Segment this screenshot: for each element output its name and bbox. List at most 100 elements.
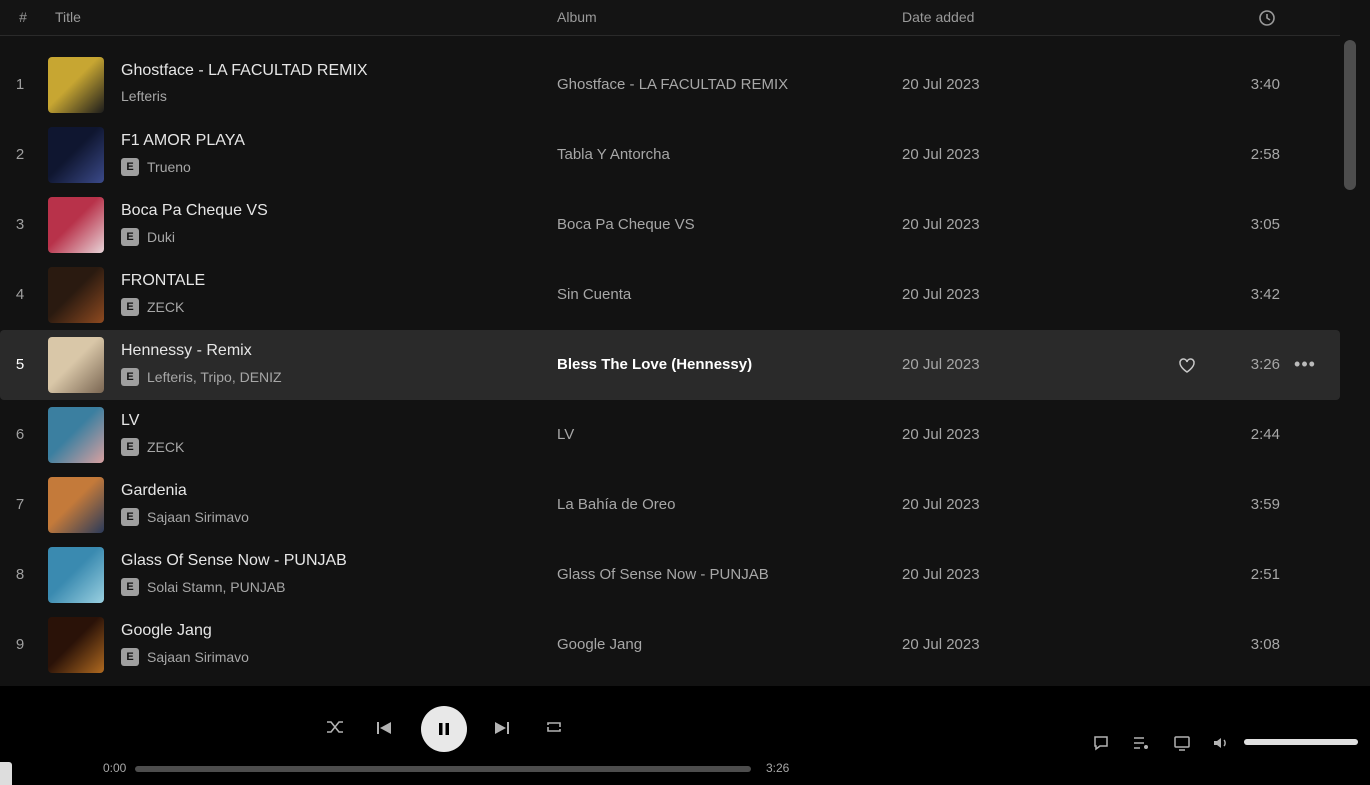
track-date-added: 20 Jul 2023 [902,356,980,373]
album-art[interactable] [48,197,104,253]
album-art[interactable] [48,127,104,183]
tracklist-header: # Title Album Date added [0,0,1340,36]
track-duration: 3:42 [1250,286,1280,303]
date-added-column-header[interactable]: Date added [902,9,974,25]
track-row[interactable]: 4 FRONTALE E ZECK Sin Cuenta 20 Jul 2023 3:42 [0,260,1340,330]
track-album[interactable]: LV [557,426,574,443]
track-date-added: 20 Jul 2023 [902,76,980,93]
track-duration: 2:58 [1250,146,1280,163]
track-title[interactable]: FRONTALE [121,272,205,290]
track-duration: 3:05 [1250,216,1280,233]
track-title[interactable]: Ghostface - LA FACULTAD REMIX [121,62,368,80]
album-art[interactable] [48,57,104,113]
track-date-added: 20 Jul 2023 [902,286,980,303]
track-row[interactable]: 5 Hennessy - Remix E Lefteris, Tripo, DENIZ… [0,330,1340,400]
clock-icon[interactable] [1258,9,1276,27]
shuffle-icon[interactable] [324,716,346,738]
track-date-added: 20 Jul 2023 [902,636,980,653]
track-number: 3 [15,216,25,233]
track-album[interactable]: Boca Pa Cheque VS [557,216,695,233]
track-artist[interactable]: ZECK [147,299,184,315]
track-artist[interactable]: Trueno [147,159,191,175]
track-date-added: 20 Jul 2023 [902,216,980,233]
volume-slider[interactable] [1244,739,1358,745]
explicit-icon: E [121,578,139,596]
track-duration: 3:26 [1250,356,1280,373]
repeat-icon[interactable] [543,716,565,738]
next-icon[interactable] [490,716,514,740]
track-duration: 3:59 [1250,496,1280,513]
previous-icon[interactable] [372,716,396,740]
track-artist[interactable]: Sajaan Sirimavo [147,649,249,665]
album-art[interactable] [48,617,104,673]
explicit-icon: E [121,508,139,526]
device-icon[interactable] [1171,732,1193,754]
track-date-added: 20 Jul 2023 [902,146,980,163]
track-row[interactable]: 7 Gardenia E Sajaan Sirimavo La Bahía de Ore… [0,470,1340,540]
track-row[interactable]: 8 Glass Of Sense Now - PUNJAB E Solai Stamn… [0,540,1340,610]
track-number: 6 [15,426,25,443]
heart-icon[interactable] [1176,354,1198,376]
track-list: 1 Ghostface - LA FACULTAD REMIX Lefteris Gh… [0,50,1340,680]
track-album[interactable]: Google Jang [557,636,642,653]
track-number: 2 [15,146,25,163]
track-title[interactable]: F1 AMOR PLAYA [121,132,245,150]
track-title[interactable]: LV [121,412,139,430]
track-number: 1 [15,76,25,93]
queue-icon[interactable] [1130,732,1152,754]
title-column-header[interactable]: Title [55,9,81,25]
track-artist[interactable]: Duki [147,229,175,245]
track-duration: 2:51 [1250,566,1280,583]
track-title[interactable]: Hennessy - Remix [121,342,252,360]
track-album[interactable]: Ghostface - LA FACULTAD REMIX [557,76,788,93]
album-thumbnail[interactable] [0,762,12,785]
track-number: 5 [15,356,25,373]
track-artist[interactable]: ZECK [147,439,184,455]
album-art[interactable] [48,337,104,393]
track-title[interactable]: Boca Pa Cheque VS [121,202,268,220]
track-number: 4 [15,286,25,303]
total-time: 3:26 [766,761,790,775]
track-date-added: 20 Jul 2023 [902,426,980,443]
track-row[interactable]: 2 F1 AMOR PLAYA E Trueno Tabla Y Antorcha 20 … [0,120,1340,190]
explicit-icon: E [121,228,139,246]
volume-icon[interactable] [1210,732,1232,754]
track-duration: 2:44 [1250,426,1280,443]
album-art[interactable] [48,477,104,533]
album-art[interactable] [48,267,104,323]
track-row[interactable]: 3 Boca Pa Cheque VS E Duki Boca Pa Cheque VS… [0,190,1340,260]
track-row[interactable]: 6 LV E ZECK LV 20 Jul 2023 2:44 [0,400,1340,470]
track-title[interactable]: Glass Of Sense Now - PUNJAB [121,552,347,570]
explicit-icon: E [121,648,139,666]
track-album[interactable]: Bless The Love (Hennessy) [557,356,752,373]
explicit-icon: E [121,158,139,176]
play-icon[interactable] [421,706,467,752]
playback-progress-bar[interactable] [135,766,751,772]
track-album[interactable]: La Bahía de Oreo [557,496,675,513]
track-title[interactable]: Gardenia [121,482,187,500]
track-artist[interactable]: Lefteris [121,88,167,104]
scrollbar[interactable] [1344,40,1356,190]
number-column-header: # [19,9,27,25]
track-row[interactable]: 9 Google Jang E Sajaan Sirimavo Google Jang 2… [0,610,1340,680]
track-artist[interactable]: Sajaan Sirimavo [147,509,249,525]
volume-level-fill [1244,739,1358,745]
track-date-added: 20 Jul 2023 [902,496,980,513]
track-number: 9 [15,636,25,653]
track-album[interactable]: Tabla Y Antorcha [557,146,670,163]
track-number: 7 [15,496,25,513]
track-album[interactable]: Sin Cuenta [557,286,631,303]
track-album[interactable]: Glass Of Sense Now - PUNJAB [557,566,769,583]
player-bar: 0:00 3:26 [0,686,1370,785]
track-date-added: 20 Jul 2023 [902,566,980,583]
lyrics-icon[interactable] [1090,732,1112,754]
track-row[interactable]: 1 Ghostface - LA FACULTAD REMIX Lefteris Gh… [0,50,1340,120]
track-artist[interactable]: Solai Stamn, PUNJAB [147,579,286,595]
more-icon[interactable]: ••• [1292,354,1318,376]
track-title[interactable]: Google Jang [121,622,212,640]
track-number: 8 [15,566,25,583]
album-art[interactable] [48,407,104,463]
album-column-header[interactable]: Album [557,9,597,25]
album-art[interactable] [48,547,104,603]
track-artist[interactable]: Lefteris, Tripo, DENIZ [147,369,282,385]
